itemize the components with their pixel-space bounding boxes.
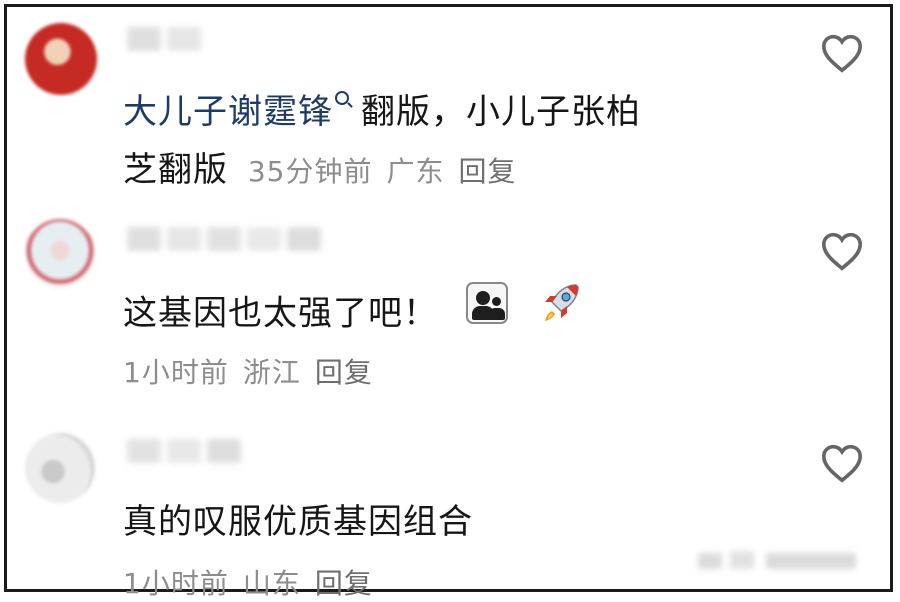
comment-meta: 1小时前 山东 回复 (123, 562, 387, 602)
comment-time: 1小时前 (123, 567, 229, 600)
comment-time: 1小时前 (123, 356, 229, 389)
comment-meta: 35分钟前 广东 回复 (248, 155, 531, 188)
mention-link[interactable]: 大儿子谢霆锋 (123, 92, 333, 132)
comment-location: 广东 (386, 155, 445, 188)
avatar[interactable] (25, 433, 95, 503)
username-blurred[interactable] (127, 27, 207, 57)
comment-list: 大儿子谢霆锋 翻版，小儿子张柏 芝翻版 35分钟前 广东 回复 这基因也太强了吧！ (4, 4, 893, 600)
comment-text: 真的叹服优质基因组合 (123, 502, 473, 542)
search-icon (335, 91, 349, 105)
busts-in-silhouette-icon (465, 282, 508, 342)
comment-location: 浙江 (242, 356, 301, 389)
comment-time: 35分钟前 (247, 155, 373, 188)
rocket-icon (536, 279, 584, 345)
watermark-blurred (688, 541, 878, 581)
username-blurred[interactable] (127, 227, 327, 257)
comment-text: 大儿子谢霆锋 翻版，小儿子张柏 芝翻版 35分钟前 广东 回复 (123, 91, 641, 190)
reply-button[interactable]: 回复 (315, 356, 373, 389)
reply-button[interactable]: 回复 (458, 155, 516, 188)
username-blurred[interactable] (127, 439, 247, 469)
comment-meta: 1小时前 浙江 回复 (123, 351, 387, 391)
comment-text: 这基因也太强了吧！ (123, 282, 584, 348)
heart-outline-icon[interactable] (820, 443, 864, 483)
avatar[interactable] (25, 23, 97, 95)
reply-button[interactable]: 回复 (315, 567, 373, 600)
heart-outline-icon[interactable] (820, 231, 864, 271)
heart-outline-icon[interactable] (820, 33, 864, 73)
comment-location: 山东 (242, 567, 301, 600)
avatar[interactable] (25, 219, 95, 289)
